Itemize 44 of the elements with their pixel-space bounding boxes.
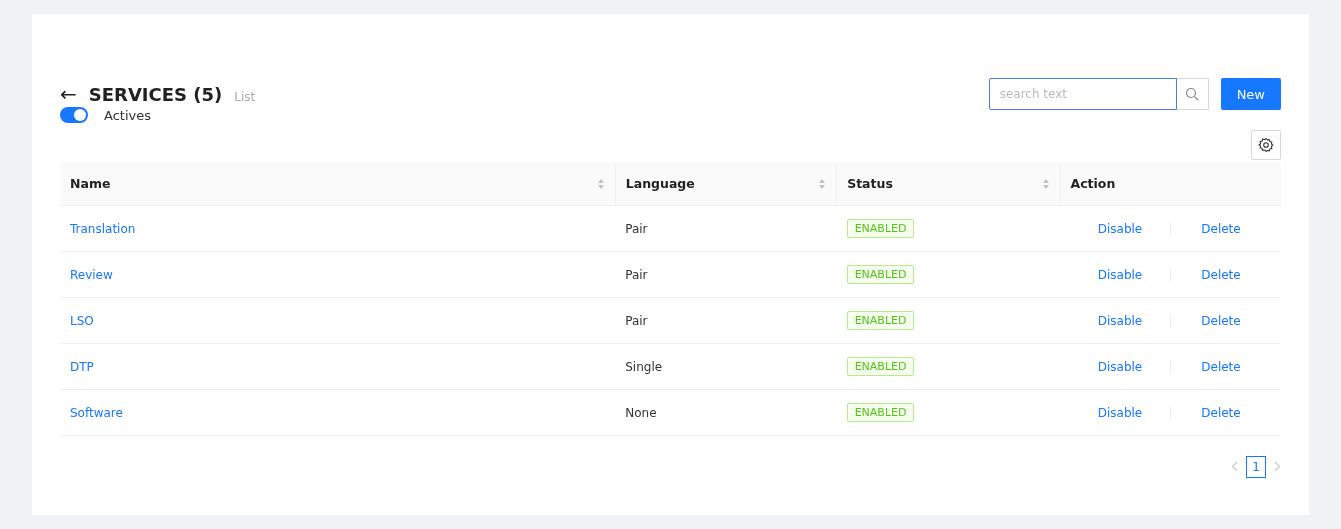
service-link[interactable]: Review xyxy=(70,267,113,282)
settings-button[interactable] xyxy=(1251,130,1281,160)
column-header[interactable]: Name xyxy=(70,176,111,191)
action-link[interactable]: Disable xyxy=(1070,405,1170,420)
table-cell: Single xyxy=(615,343,837,390)
table-cell: Pair xyxy=(615,251,837,298)
page-subtitle: List xyxy=(234,90,256,104)
action-link[interactable]: Disable xyxy=(1070,359,1170,374)
action-link[interactable]: Delete xyxy=(1171,313,1271,328)
status-tag: ENABLED xyxy=(846,219,915,238)
action-link[interactable]: Disable xyxy=(1070,267,1170,282)
sort-icon[interactable] xyxy=(1041,177,1050,190)
action-link[interactable]: Delete xyxy=(1171,221,1271,236)
toggle-switch[interactable] xyxy=(60,107,88,123)
toggle-label: Actives xyxy=(104,107,151,123)
new-button[interactable]: New xyxy=(1220,78,1281,110)
table-cell: Pair xyxy=(615,205,837,252)
column-header[interactable]: Status xyxy=(847,176,893,191)
page-title: SERVICES (5) xyxy=(88,84,223,105)
service-link[interactable]: LSO xyxy=(70,313,94,328)
table-cell: Pair xyxy=(615,297,837,344)
column-header: Action xyxy=(1070,176,1116,191)
page-button[interactable]: 1 xyxy=(1246,456,1266,478)
action-link[interactable]: Delete xyxy=(1171,405,1271,420)
table-cell: None xyxy=(615,389,837,436)
sort-icon[interactable] xyxy=(818,177,827,190)
status-tag: ENABLED xyxy=(846,357,915,376)
service-link[interactable]: DTP xyxy=(70,359,94,374)
search-icon xyxy=(1185,87,1200,101)
action-link[interactable]: Disable xyxy=(1070,313,1170,328)
search-button[interactable] xyxy=(1176,78,1209,110)
status-tag: ENABLED xyxy=(846,265,915,284)
back-arrow[interactable]: ← xyxy=(60,82,77,106)
service-link[interactable]: Software xyxy=(70,405,123,420)
service-link[interactable]: Translation xyxy=(70,221,136,236)
column-header[interactable]: Language xyxy=(625,176,695,191)
sort-icon[interactable] xyxy=(596,177,605,190)
settings-icon xyxy=(1258,137,1274,153)
action-link[interactable]: Delete xyxy=(1171,267,1271,282)
action-link[interactable]: Disable xyxy=(1070,221,1170,236)
action-link[interactable]: Delete xyxy=(1171,359,1271,374)
status-tag: ENABLED xyxy=(846,403,915,422)
search-field[interactable]: search text xyxy=(988,78,1177,110)
status-tag: ENABLED xyxy=(846,311,915,330)
